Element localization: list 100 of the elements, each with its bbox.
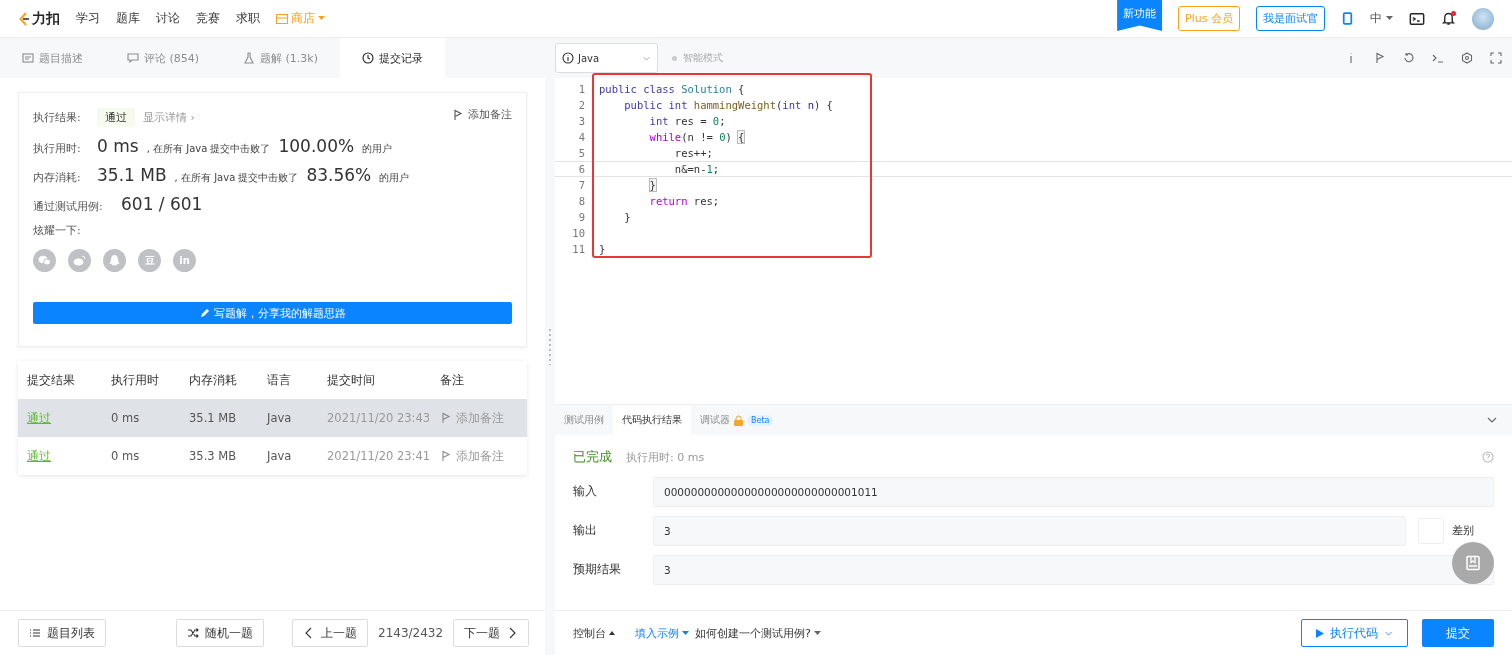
tab[interactable]: 调试器 Beta	[691, 405, 783, 435]
percentile-value: 83.56%	[306, 165, 372, 185]
table-cell-text: 0 ms	[110, 448, 141, 465]
column-header: 内存消耗	[188, 371, 238, 389]
line-number: 6	[577, 162, 585, 176]
field-label: 输入	[573, 483, 598, 500]
label: 炫耀一下:	[33, 223, 82, 238]
tab[interactable]: 题目描述	[0, 38, 105, 78]
run-status: 已完成	[573, 448, 612, 466]
random-button[interactable]: 随机一题	[176, 619, 264, 647]
label: 内存消耗:	[33, 170, 82, 185]
pencil-icon	[199, 308, 210, 318]
line-number: 8	[577, 194, 585, 208]
line-number: 4	[577, 130, 585, 144]
code-line: res++;	[673, 146, 713, 160]
list-icon	[29, 627, 41, 639]
play-icon	[1316, 628, 1324, 638]
weibo-share-icon[interactable]	[68, 249, 91, 272]
terminal-icon	[1409, 10, 1425, 27]
label: 执行用时:	[33, 141, 82, 156]
previous-button[interactable]: 上一题	[292, 619, 368, 647]
notebook-icon	[1465, 555, 1481, 571]
label: 执行结果:	[33, 109, 82, 125]
note-button[interactable]	[1452, 542, 1494, 584]
table-cell-text: 0 ms	[110, 410, 141, 427]
text: 的用户	[362, 142, 393, 156]
caret-icon	[1386, 16, 1393, 21]
code-line: return res;	[648, 194, 720, 208]
caret-icon	[682, 630, 689, 636]
logo[interactable]: 力扣	[18, 9, 60, 28]
line-number: 5	[577, 146, 585, 160]
output-field: 3	[653, 554, 1494, 585]
nav-link[interactable]: 学习	[76, 10, 100, 27]
tab[interactable]: 题解 (1.3k)	[221, 38, 341, 78]
clock-icon	[362, 52, 375, 64]
tab[interactable]: 代码执行结果	[613, 405, 691, 435]
details-link[interactable]: 显示详情 ›	[143, 109, 195, 125]
beta-badge: Beta	[747, 414, 774, 426]
nav-link[interactable]: 竞赛	[196, 10, 220, 27]
phone-icon	[1341, 12, 1354, 25]
problem-list-button[interactable]: 题目列表	[18, 619, 106, 647]
wechat-share-icon[interactable]	[33, 249, 56, 272]
output-field: 00000000000000000000000000001011	[653, 476, 1494, 507]
column-header: 提交结果	[26, 371, 76, 389]
line-number: 11	[571, 242, 585, 256]
flag-icon	[440, 412, 452, 424]
new-feature-badge[interactable]: 新功能	[1117, 0, 1163, 31]
line-number: 10	[571, 226, 585, 240]
line-number: 7	[577, 178, 585, 192]
submit-button[interactable]: 提交	[1422, 619, 1494, 647]
line-number: 1	[577, 82, 585, 96]
info-icon	[562, 52, 574, 64]
comment-icon	[127, 52, 139, 64]
field-label: 预期结果	[573, 561, 622, 578]
nav-link[interactable]: 题库	[116, 10, 140, 27]
help-icon	[1482, 451, 1494, 463]
code-line: }	[623, 210, 631, 224]
splitter[interactable]	[545, 38, 555, 655]
label: 通过测试用例:	[33, 199, 104, 214]
tab[interactable]: 测试用例	[555, 405, 613, 435]
caret-icon	[813, 630, 821, 636]
fill-example-menu[interactable]: 填入示例	[635, 625, 689, 641]
test-cases-value: 601 / 601	[121, 194, 203, 214]
code-line: }	[598, 242, 606, 256]
fullscreen-icon	[1490, 52, 1502, 64]
add-note-link[interactable]: 添加备注	[452, 107, 512, 122]
console-toggle[interactable]: 控制台	[573, 625, 615, 641]
caret-up-icon	[609, 631, 615, 635]
language-menu[interactable]: 中	[1370, 10, 1393, 27]
language-select[interactable]: Java	[555, 43, 658, 73]
table-cell-text: 2021/11/20 23:41	[326, 448, 431, 465]
store-icon	[276, 13, 288, 24]
tab[interactable]: 评论 (854)	[105, 38, 222, 78]
notification-dot	[1451, 11, 1456, 16]
write-solution-button[interactable]: 写题解，分享我的解题思路	[33, 302, 512, 324]
next-button[interactable]: 下一题	[453, 619, 530, 647]
percentile-value: 100.00%	[278, 136, 355, 156]
code-line: int res = 0;	[648, 114, 726, 128]
bell-icon	[1441, 11, 1456, 26]
table-cell-text: 2021/11/20 23:43	[326, 410, 431, 427]
text: , 在所有 Java 提交中击败了	[174, 171, 299, 185]
avatar[interactable]	[1472, 7, 1494, 30]
help-menu[interactable]: 如何创建一个测试用例?	[695, 625, 821, 641]
line-number: 2	[577, 98, 585, 112]
runtime-text: 执行用时: 0 ms	[626, 449, 705, 465]
table-cell-text: 35.3 MB	[188, 448, 238, 465]
field-label: 输出	[573, 522, 598, 539]
tab[interactable]: 提交记录	[340, 38, 446, 78]
diff-toggle[interactable]: 差别	[1418, 517, 1494, 544]
table-cell-text: Java	[265, 448, 293, 465]
flag-icon	[440, 450, 452, 462]
nav-link[interactable]: 讨论	[156, 10, 180, 27]
qq-share-icon[interactable]	[103, 249, 126, 272]
flag-icon	[452, 108, 464, 121]
caret-icon	[318, 16, 325, 21]
table-cell-text: Java	[265, 410, 293, 427]
nav-link[interactable]: 求职	[236, 10, 260, 27]
interviewer-button[interactable]: 我是面试官	[1256, 6, 1325, 31]
settings-icon	[1461, 52, 1473, 64]
run-code-button[interactable]: 执行代码	[1301, 619, 1408, 647]
